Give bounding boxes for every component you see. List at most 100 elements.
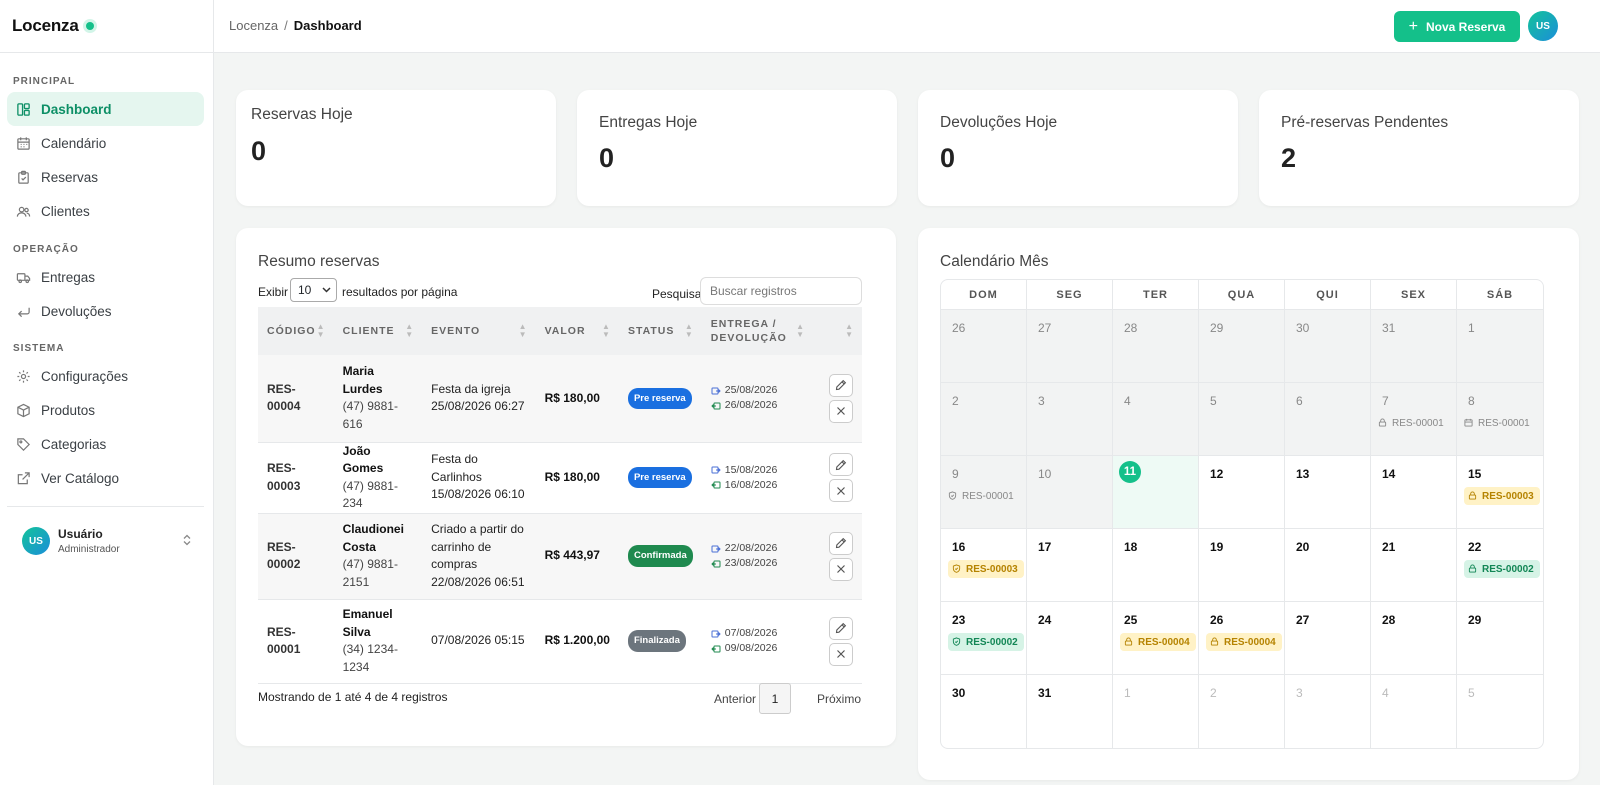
calendar-day[interactable]: 26 [941,310,1027,382]
calendar-day[interactable]: 18 [1113,529,1199,601]
day-number: 2 [952,394,959,408]
calendar-day[interactable]: 4 [1371,675,1457,748]
column-header-status[interactable]: STATUS ▲ ▼ [618,307,702,355]
calendar-day[interactable]: 21 [1371,529,1457,601]
calendar-day[interactable]: 5 [1199,383,1285,455]
event-name: Festa do Carlinhos [431,452,482,484]
calendar-day[interactable]: 9 RES-00001 [941,456,1027,528]
calendar-day[interactable]: 30 [1285,310,1371,382]
calendar-day[interactable]: 15 RES-00003 [1457,456,1543,528]
stat-card-reservas-hoje: Reservas Hoje 0 [236,90,556,206]
sidebar-item-clientes[interactable]: Clientes [7,194,204,228]
cancel-button[interactable] [829,642,853,666]
calendar-day[interactable]: 13 [1285,456,1371,528]
calendar-day[interactable]: 3 [1027,383,1113,455]
calendar-day[interactable]: 1 [1113,675,1199,748]
calendar-event[interactable]: RES-00001 [1464,414,1536,432]
cancel-button[interactable] [829,479,853,502]
calendar-event[interactable]: RES-00003 [948,560,1024,578]
calendar-day[interactable]: 14 [1371,456,1457,528]
edit-button[interactable] [829,616,853,640]
calendar-event[interactable]: RES-00001 [948,487,1020,505]
calendar-day[interactable]: 3 [1285,675,1371,748]
return-date: 26/08/2026 [724,399,778,412]
sidebar-item-configuracoes[interactable]: Configurações [7,359,204,393]
calendar-day[interactable]: 29 [1199,310,1285,382]
calendar-event[interactable]: RES-00003 [1464,487,1540,505]
calendar-day[interactable]: 28 [1113,310,1199,382]
calendar-day[interactable]: 17 [1027,529,1113,601]
day-number: 7 [1382,394,1389,408]
column-header-codigo[interactable]: CÓDIGO ▲ ▼ [258,307,334,355]
sidebar-item-reservas[interactable]: Reservas [7,160,204,194]
calendar-day[interactable]: 6 [1285,383,1371,455]
calendar-day[interactable]: 23 RES-00002 [941,602,1027,674]
stat-title: Entregas Hoje [599,114,698,131]
calendar-day[interactable]: 2 [1199,675,1285,748]
sidebar-item-calendario[interactable]: Calendário [7,126,204,160]
calendar-day[interactable]: 29 [1457,602,1543,674]
sort-icon: ▲ ▼ [796,322,806,339]
calendar-day[interactable]: 25 RES-00004 [1113,602,1199,674]
pagination-prev[interactable]: Anterior [714,692,756,706]
calendar-day[interactable]: 31 [1371,310,1457,382]
reservation-code[interactable]: RES-00002 [267,540,300,572]
calendar-day[interactable]: 2 [941,383,1027,455]
search-input[interactable] [700,277,862,305]
reservation-code[interactable]: RES-00001 [267,625,300,657]
calendar-day[interactable]: 30 [941,675,1027,748]
lock-icon [1124,637,1134,647]
calendar-event[interactable]: RES-00004 [1120,633,1196,651]
column-header-entrega[interactable]: ENTREGA / DEVOLUÇÃO ▲ ▼ [701,307,814,355]
calendar-day[interactable]: 4 [1113,383,1199,455]
calendar-day[interactable]: 16 RES-00003 [941,529,1027,601]
user-menu[interactable]: US Usuário Administrador [22,524,192,558]
calendar-day[interactable]: 26 RES-00004 [1199,602,1285,674]
column-header-valor[interactable]: VALOR ▲ ▼ [535,307,619,355]
calendar-day[interactable]: 10 [1027,456,1113,528]
sidebar-item-ver-catalogo[interactable]: Ver Catálogo [7,461,204,495]
cancel-button[interactable] [829,399,853,423]
calendar-day[interactable]: 5 [1457,675,1543,748]
pagination-next[interactable]: Próximo [817,692,861,706]
calendar-day[interactable]: 27 [1027,310,1113,382]
calendar-event[interactable]: RES-00004 [1206,633,1282,651]
column-header-actions: ▲ ▼ [813,307,862,355]
calendar-day[interactable]: 27 [1285,602,1371,674]
calendar-day[interactable]: 11 [1113,456,1199,528]
edit-button[interactable] [829,373,853,397]
reservation-code[interactable]: RES-00004 [267,382,300,414]
sidebar-item-entregas[interactable]: Entregas [7,260,204,294]
sidebar-item-devolucoes[interactable]: Devoluções [7,294,204,328]
calendar-day[interactable]: 7 RES-00001 [1371,383,1457,455]
calendar-day[interactable]: 20 [1285,529,1371,601]
calendar-day[interactable]: 28 [1371,602,1457,674]
calendar-event[interactable]: RES-00002 [948,633,1024,651]
stat-value: 2 [1281,143,1297,173]
calendar-day[interactable]: 8 RES-00001 [1457,383,1543,455]
breadcrumb-root[interactable]: Locenza [229,18,278,33]
column-header-evento[interactable]: EVENTO ▲ ▼ [422,307,536,355]
calendar-day[interactable]: 31 [1027,675,1113,748]
new-reservation-button[interactable]: + Nova Reserva [1394,11,1520,42]
day-number: 12 [1210,467,1224,481]
per-page-select[interactable]: 10 [290,278,337,302]
calendar-day[interactable]: 24 [1027,602,1113,674]
pagination-page-1[interactable]: 1 [759,683,791,714]
top-avatar[interactable]: US [1528,11,1558,41]
calendar-event[interactable]: RES-00001 [1378,414,1450,432]
sidebar: Locenza PRINCIPAL Dashboard Calendário R… [0,0,214,785]
cancel-button[interactable] [829,557,853,581]
calendar-day[interactable]: 22 RES-00002 [1457,529,1543,601]
edit-button[interactable] [829,453,853,476]
calendar-event[interactable]: RES-00002 [1464,560,1540,578]
sidebar-item-dashboard[interactable]: Dashboard [7,92,204,126]
calendar-day[interactable]: 19 [1199,529,1285,601]
reservation-code[interactable]: RES-00003 [267,461,300,493]
calendar-day[interactable]: 12 [1199,456,1285,528]
edit-button[interactable] [829,531,853,555]
calendar-day[interactable]: 1 [1457,310,1543,382]
column-header-cliente[interactable]: CLIENTE ▲ ▼ [333,307,423,355]
sidebar-item-categorias[interactable]: Categorias [7,427,204,461]
sidebar-item-produtos[interactable]: Produtos [7,393,204,427]
